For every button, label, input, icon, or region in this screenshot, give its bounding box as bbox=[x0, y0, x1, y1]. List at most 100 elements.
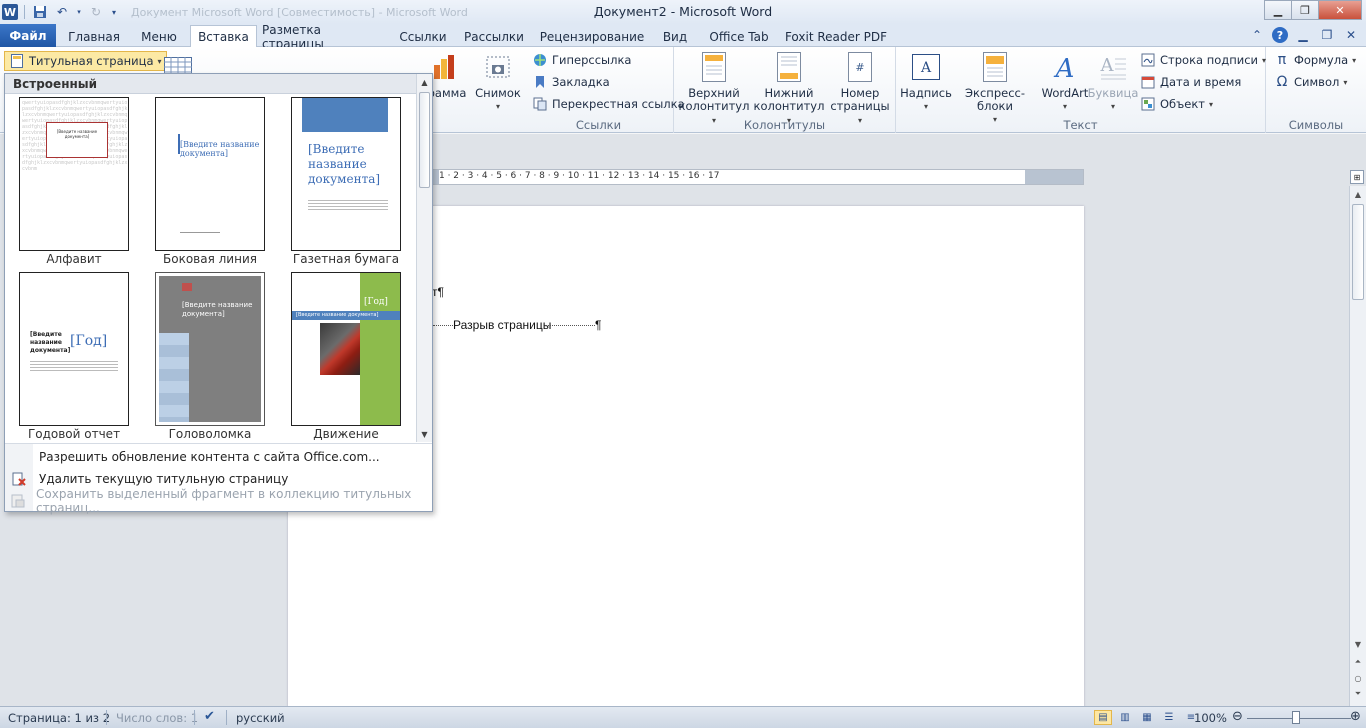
signature-line-label: Строка подписи bbox=[1160, 53, 1259, 67]
previous-document-title: Документ Microsoft Word [Совместимость] … bbox=[131, 5, 468, 19]
minimize-button[interactable]: ▁ bbox=[1264, 0, 1292, 20]
language[interactable]: русский bbox=[236, 711, 285, 725]
date-time-button[interactable]: Дата и время bbox=[1140, 74, 1241, 90]
status-bar: Страница: 1 из 2 Число слов: 1 ✔ русский… bbox=[0, 706, 1366, 728]
tab-references[interactable]: Ссылки bbox=[392, 26, 454, 47]
zoom-slider-thumb[interactable] bbox=[1292, 711, 1300, 724]
page-break-pilcrow: ¶ bbox=[595, 318, 602, 332]
page-count[interactable]: Страница: 1 из 2 bbox=[8, 711, 110, 725]
word-count[interactable]: Число слов: 1 bbox=[116, 711, 198, 725]
cover-thumb-sideline[interactable]: [Введите название документа] bbox=[155, 97, 265, 251]
header-button[interactable]: Верхний колонтитул ▾ bbox=[678, 51, 750, 127]
scroll-down-icon[interactable]: ▼ bbox=[1350, 636, 1366, 652]
header-footer-group-label: Колонтитулы bbox=[743, 118, 826, 132]
tab-office-tab[interactable]: Office Tab bbox=[704, 26, 774, 47]
save-icon[interactable] bbox=[31, 3, 49, 21]
tab-page-layout[interactable]: Разметка страницы bbox=[262, 23, 386, 51]
puzzle-year-block bbox=[182, 283, 192, 291]
cover-page-icon bbox=[9, 53, 25, 69]
cover-thumb-annual[interactable]: [Введите название документа] [Год] bbox=[19, 272, 129, 426]
tab-mailings[interactable]: Рассылки bbox=[460, 26, 528, 47]
menu-enable-updates[interactable]: Разрешить обновление контента с сайта Of… bbox=[5, 446, 432, 468]
web-layout-icon[interactable]: ▦ bbox=[1138, 710, 1156, 725]
view-ruler-toggle-icon[interactable]: ⊞ bbox=[1350, 170, 1364, 184]
select-browse-object-icon[interactable]: ○ bbox=[1350, 670, 1366, 686]
doc-restore-icon[interactable]: ❐ bbox=[1318, 26, 1336, 44]
divider bbox=[226, 710, 227, 725]
equation-button[interactable]: π Формула ▾ bbox=[1274, 52, 1356, 68]
undo-icon[interactable]: ↶ bbox=[53, 3, 71, 21]
gallery-scrollbar[interactable]: ▲ ▼ bbox=[416, 74, 432, 442]
zoom-out-icon[interactable]: ⊖ bbox=[1232, 709, 1243, 724]
cross-reference-label: Перекрестная ссылка bbox=[552, 97, 685, 111]
divider bbox=[194, 710, 195, 725]
tab-home[interactable]: Главная bbox=[60, 26, 128, 47]
tab-menu[interactable]: Меню bbox=[132, 26, 186, 47]
scroll-down-icon[interactable]: ▼ bbox=[417, 426, 432, 442]
tab-view[interactable]: Вид bbox=[654, 26, 696, 47]
gallery-header: Встроенный bbox=[5, 74, 418, 94]
gallery-scroll-thumb[interactable] bbox=[419, 92, 430, 188]
cover-thumb-motion[interactable]: [Год] [Введите название документа] bbox=[291, 272, 401, 426]
chevron-down-icon: ▾ bbox=[923, 102, 928, 111]
cover-thumb-alphabet[interactable]: qwertyuiopasdfghjklzxcvbnmqwertyuiopasdf… bbox=[19, 97, 129, 251]
footer-button[interactable]: Нижний колонтитул ▾ bbox=[752, 51, 826, 127]
drop-cap-button[interactable]: A Буквица ▾ bbox=[1088, 51, 1139, 113]
object-button[interactable]: Объект ▾ bbox=[1140, 96, 1213, 112]
vertical-scrollbar[interactable]: ▲ ▼ ⏶ ○ ⏷ bbox=[1349, 186, 1366, 706]
customize-qat-icon[interactable]: ▾ bbox=[109, 3, 119, 21]
next-page-icon[interactable]: ⏷ bbox=[1350, 686, 1366, 702]
tab-insert[interactable]: Вставка bbox=[190, 25, 257, 48]
symbols-group: π Формула ▾ Ω Символ ▾ Символы bbox=[1266, 47, 1366, 133]
word-logo-icon[interactable]: W bbox=[2, 4, 18, 20]
tab-file[interactable]: Файл bbox=[0, 24, 56, 47]
quick-access-toolbar: W ↶ ▾ ↻ ▾ Документ Microsoft Word [Совме… bbox=[0, 0, 468, 24]
minimize-ribbon-icon[interactable]: ⌃ bbox=[1248, 26, 1266, 44]
footer-label-l2: колонтитул bbox=[753, 99, 825, 113]
cover-thumb-newsprint[interactable]: [Введите название документа] bbox=[291, 97, 401, 251]
chevron-down-icon: ▾ bbox=[157, 56, 162, 66]
doc-close-icon[interactable]: ✕ bbox=[1342, 26, 1360, 44]
bookmark-button[interactable]: Закладка bbox=[532, 74, 610, 90]
save-to-gallery-icon bbox=[5, 494, 30, 508]
date-time-label: Дата и время bbox=[1160, 75, 1242, 89]
page-number-button[interactable]: # Номер страницы ▾ bbox=[828, 51, 892, 127]
wordart-button[interactable]: A WordArt ▾ bbox=[1040, 51, 1090, 113]
close-button[interactable]: ✕ bbox=[1318, 0, 1362, 20]
cover-page-label: Титульная страница bbox=[29, 54, 154, 68]
zoom-level[interactable]: 100% bbox=[1194, 711, 1227, 725]
cross-reference-icon bbox=[532, 96, 548, 112]
maximize-button[interactable]: ❐ bbox=[1291, 0, 1319, 20]
doc-minimize-icon[interactable]: ▁ bbox=[1294, 26, 1312, 44]
tab-foxit-reader-pdf[interactable]: Foxit Reader PDF bbox=[784, 26, 888, 47]
zoom-in-icon[interactable]: ⊕ bbox=[1350, 709, 1361, 724]
symbol-button[interactable]: Ω Символ ▾ bbox=[1274, 74, 1348, 90]
scrollbar-thumb[interactable] bbox=[1352, 204, 1364, 300]
tab-review[interactable]: Рецензирование bbox=[536, 26, 648, 47]
scroll-up-icon[interactable]: ▲ bbox=[1350, 186, 1366, 202]
annual-title: [Введите название документа] bbox=[30, 331, 70, 355]
print-layout-view-icon[interactable]: ▤ bbox=[1094, 710, 1112, 725]
spelling-check-icon[interactable]: ✔ bbox=[204, 709, 215, 724]
thumb-title-l1: [Введите bbox=[308, 142, 365, 156]
signature-line-button[interactable]: Строка подписи ▾ bbox=[1140, 52, 1266, 68]
menu-save-selection[interactable]: Сохранить выделенный фрагмент в коллекци… bbox=[5, 487, 432, 515]
quick-parts-button[interactable]: Экспресс-блоки ▾ bbox=[952, 51, 1038, 126]
globe-link-icon bbox=[532, 52, 548, 68]
outline-view-icon[interactable]: ☰ bbox=[1160, 710, 1178, 725]
previous-page-icon[interactable]: ⏶ bbox=[1350, 654, 1366, 670]
scroll-up-icon[interactable]: ▲ bbox=[417, 74, 432, 90]
textbox-button[interactable]: A Надпись ▾ bbox=[900, 51, 952, 113]
redo-icon[interactable]: ↻ bbox=[87, 3, 105, 21]
screenshot-button[interactable]: Снимок ▾ bbox=[474, 51, 522, 113]
page-number-label-l2: страницы bbox=[830, 99, 890, 113]
undo-dropdown-icon[interactable]: ▾ bbox=[75, 3, 83, 21]
help-icon[interactable]: ? bbox=[1272, 27, 1288, 43]
full-screen-reading-icon[interactable]: ▥ bbox=[1116, 710, 1134, 725]
hyperlink-button[interactable]: Гиперссылка bbox=[532, 52, 631, 68]
cover-page-button[interactable]: Титульная страница ▾ bbox=[4, 51, 167, 71]
footer-icon bbox=[773, 51, 805, 83]
cross-reference-button[interactable]: Перекрестная ссылка bbox=[532, 96, 685, 112]
cover-thumb-puzzle[interactable]: [Введите название документа] bbox=[155, 272, 265, 426]
text-group-label: Текст bbox=[1063, 118, 1098, 132]
